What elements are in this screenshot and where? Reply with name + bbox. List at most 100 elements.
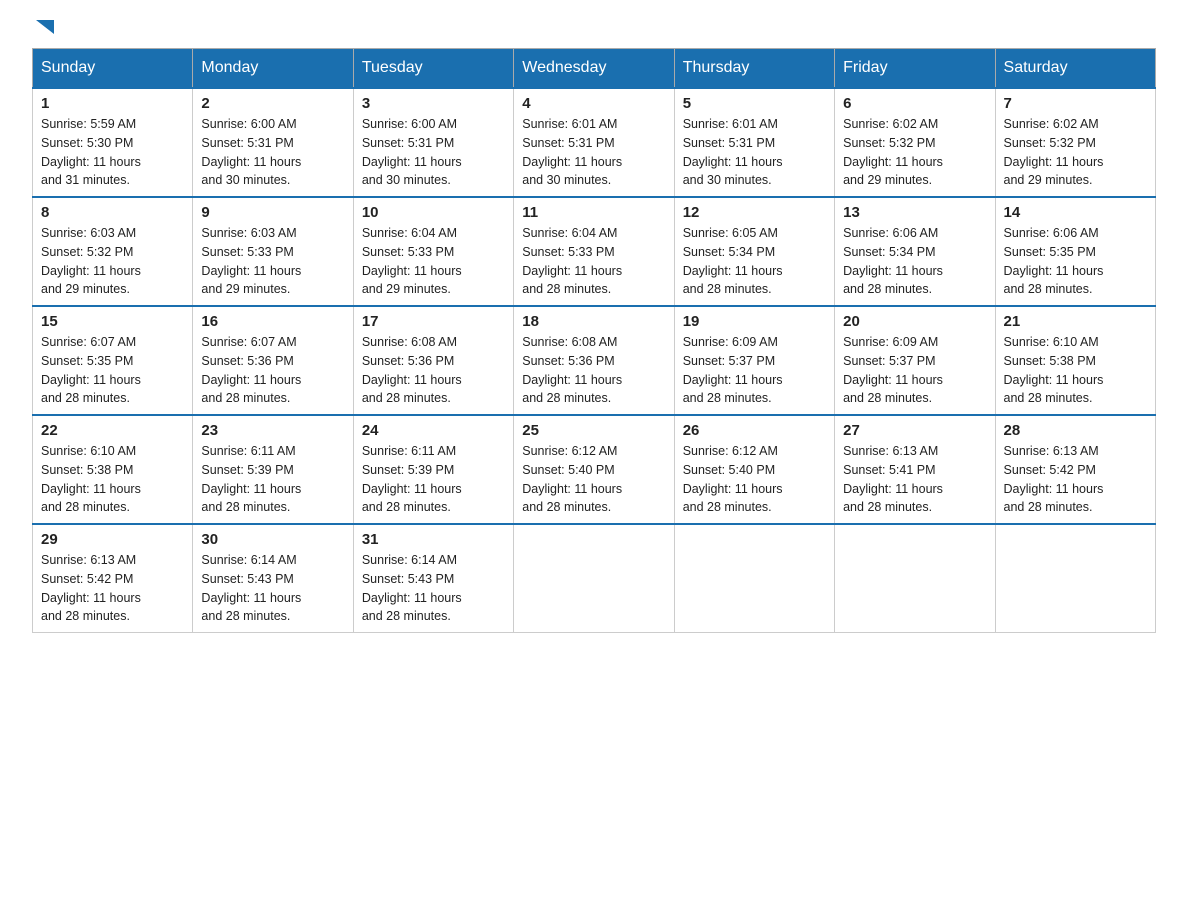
calendar-week-4: 22 Sunrise: 6:10 AMSunset: 5:38 PMDaylig… xyxy=(33,415,1156,524)
weekday-header-wednesday: Wednesday xyxy=(514,49,674,89)
calendar-cell: 7 Sunrise: 6:02 AMSunset: 5:32 PMDayligh… xyxy=(995,88,1155,197)
day-number: 11 xyxy=(522,204,665,221)
day-info: Sunrise: 6:03 AMSunset: 5:33 PMDaylight:… xyxy=(201,226,301,296)
day-number: 16 xyxy=(201,313,344,330)
calendar-cell: 2 Sunrise: 6:00 AMSunset: 5:31 PMDayligh… xyxy=(193,88,353,197)
calendar-cell: 19 Sunrise: 6:09 AMSunset: 5:37 PMDaylig… xyxy=(674,306,834,415)
weekday-header-thursday: Thursday xyxy=(674,49,834,89)
day-info: Sunrise: 6:02 AMSunset: 5:32 PMDaylight:… xyxy=(843,117,943,187)
weekday-header-friday: Friday xyxy=(835,49,995,89)
day-info: Sunrise: 6:10 AMSunset: 5:38 PMDaylight:… xyxy=(1004,335,1104,405)
calendar-cell: 22 Sunrise: 6:10 AMSunset: 5:38 PMDaylig… xyxy=(33,415,193,524)
calendar-body: 1 Sunrise: 5:59 AMSunset: 5:30 PMDayligh… xyxy=(33,88,1156,633)
calendar-cell xyxy=(995,524,1155,633)
calendar-week-3: 15 Sunrise: 6:07 AMSunset: 5:35 PMDaylig… xyxy=(33,306,1156,415)
day-info: Sunrise: 6:09 AMSunset: 5:37 PMDaylight:… xyxy=(843,335,943,405)
weekday-header-saturday: Saturday xyxy=(995,49,1155,89)
weekday-header-monday: Monday xyxy=(193,49,353,89)
day-number: 19 xyxy=(683,313,826,330)
day-number: 25 xyxy=(522,422,665,439)
calendar-cell: 24 Sunrise: 6:11 AMSunset: 5:39 PMDaylig… xyxy=(353,415,513,524)
day-info: Sunrise: 6:11 AMSunset: 5:39 PMDaylight:… xyxy=(362,444,462,514)
day-number: 28 xyxy=(1004,422,1147,439)
logo-triangle-icon xyxy=(34,16,56,38)
day-number: 22 xyxy=(41,422,184,439)
day-number: 21 xyxy=(1004,313,1147,330)
day-info: Sunrise: 6:05 AMSunset: 5:34 PMDaylight:… xyxy=(683,226,783,296)
logo xyxy=(32,24,56,32)
day-info: Sunrise: 6:11 AMSunset: 5:39 PMDaylight:… xyxy=(201,444,301,514)
day-number: 1 xyxy=(41,95,184,112)
day-info: Sunrise: 6:04 AMSunset: 5:33 PMDaylight:… xyxy=(362,226,462,296)
calendar-cell: 17 Sunrise: 6:08 AMSunset: 5:36 PMDaylig… xyxy=(353,306,513,415)
calendar-cell: 8 Sunrise: 6:03 AMSunset: 5:32 PMDayligh… xyxy=(33,197,193,306)
calendar-cell: 3 Sunrise: 6:00 AMSunset: 5:31 PMDayligh… xyxy=(353,88,513,197)
day-info: Sunrise: 6:08 AMSunset: 5:36 PMDaylight:… xyxy=(362,335,462,405)
day-number: 31 xyxy=(362,531,505,548)
calendar-cell: 1 Sunrise: 5:59 AMSunset: 5:30 PMDayligh… xyxy=(33,88,193,197)
day-number: 5 xyxy=(683,95,826,112)
weekday-header-tuesday: Tuesday xyxy=(353,49,513,89)
day-info: Sunrise: 6:07 AMSunset: 5:36 PMDaylight:… xyxy=(201,335,301,405)
calendar-cell: 21 Sunrise: 6:10 AMSunset: 5:38 PMDaylig… xyxy=(995,306,1155,415)
day-number: 3 xyxy=(362,95,505,112)
day-info: Sunrise: 6:13 AMSunset: 5:41 PMDaylight:… xyxy=(843,444,943,514)
day-info: Sunrise: 6:03 AMSunset: 5:32 PMDaylight:… xyxy=(41,226,141,296)
day-number: 7 xyxy=(1004,95,1147,112)
day-number: 29 xyxy=(41,531,184,548)
calendar-cell: 25 Sunrise: 6:12 AMSunset: 5:40 PMDaylig… xyxy=(514,415,674,524)
day-info: Sunrise: 6:06 AMSunset: 5:35 PMDaylight:… xyxy=(1004,226,1104,296)
weekday-header-row: SundayMondayTuesdayWednesdayThursdayFrid… xyxy=(33,49,1156,89)
day-number: 24 xyxy=(362,422,505,439)
day-number: 2 xyxy=(201,95,344,112)
day-info: Sunrise: 6:12 AMSunset: 5:40 PMDaylight:… xyxy=(683,444,783,514)
day-number: 6 xyxy=(843,95,986,112)
calendar-week-5: 29 Sunrise: 6:13 AMSunset: 5:42 PMDaylig… xyxy=(33,524,1156,633)
day-info: Sunrise: 6:14 AMSunset: 5:43 PMDaylight:… xyxy=(201,553,301,623)
day-info: Sunrise: 5:59 AMSunset: 5:30 PMDaylight:… xyxy=(41,117,141,187)
calendar-cell: 23 Sunrise: 6:11 AMSunset: 5:39 PMDaylig… xyxy=(193,415,353,524)
day-number: 27 xyxy=(843,422,986,439)
calendar-week-2: 8 Sunrise: 6:03 AMSunset: 5:32 PMDayligh… xyxy=(33,197,1156,306)
day-info: Sunrise: 6:12 AMSunset: 5:40 PMDaylight:… xyxy=(522,444,622,514)
day-info: Sunrise: 6:08 AMSunset: 5:36 PMDaylight:… xyxy=(522,335,622,405)
day-number: 10 xyxy=(362,204,505,221)
day-info: Sunrise: 6:13 AMSunset: 5:42 PMDaylight:… xyxy=(1004,444,1104,514)
calendar-cell: 5 Sunrise: 6:01 AMSunset: 5:31 PMDayligh… xyxy=(674,88,834,197)
day-number: 9 xyxy=(201,204,344,221)
day-info: Sunrise: 6:10 AMSunset: 5:38 PMDaylight:… xyxy=(41,444,141,514)
day-number: 13 xyxy=(843,204,986,221)
day-number: 15 xyxy=(41,313,184,330)
day-info: Sunrise: 6:01 AMSunset: 5:31 PMDaylight:… xyxy=(683,117,783,187)
calendar-header: SundayMondayTuesdayWednesdayThursdayFrid… xyxy=(33,49,1156,89)
day-info: Sunrise: 6:07 AMSunset: 5:35 PMDaylight:… xyxy=(41,335,141,405)
day-info: Sunrise: 6:02 AMSunset: 5:32 PMDaylight:… xyxy=(1004,117,1104,187)
day-info: Sunrise: 6:06 AMSunset: 5:34 PMDaylight:… xyxy=(843,226,943,296)
day-info: Sunrise: 6:13 AMSunset: 5:42 PMDaylight:… xyxy=(41,553,141,623)
calendar-cell: 13 Sunrise: 6:06 AMSunset: 5:34 PMDaylig… xyxy=(835,197,995,306)
calendar-cell: 15 Sunrise: 6:07 AMSunset: 5:35 PMDaylig… xyxy=(33,306,193,415)
day-info: Sunrise: 6:04 AMSunset: 5:33 PMDaylight:… xyxy=(522,226,622,296)
day-number: 26 xyxy=(683,422,826,439)
calendar-cell xyxy=(835,524,995,633)
calendar-cell: 27 Sunrise: 6:13 AMSunset: 5:41 PMDaylig… xyxy=(835,415,995,524)
calendar-cell: 28 Sunrise: 6:13 AMSunset: 5:42 PMDaylig… xyxy=(995,415,1155,524)
day-number: 14 xyxy=(1004,204,1147,221)
day-info: Sunrise: 6:00 AMSunset: 5:31 PMDaylight:… xyxy=(362,117,462,187)
calendar-cell: 26 Sunrise: 6:12 AMSunset: 5:40 PMDaylig… xyxy=(674,415,834,524)
calendar-cell: 4 Sunrise: 6:01 AMSunset: 5:31 PMDayligh… xyxy=(514,88,674,197)
calendar-cell xyxy=(514,524,674,633)
day-info: Sunrise: 6:14 AMSunset: 5:43 PMDaylight:… xyxy=(362,553,462,623)
day-number: 20 xyxy=(843,313,986,330)
calendar-cell: 30 Sunrise: 6:14 AMSunset: 5:43 PMDaylig… xyxy=(193,524,353,633)
calendar-cell: 16 Sunrise: 6:07 AMSunset: 5:36 PMDaylig… xyxy=(193,306,353,415)
day-number: 30 xyxy=(201,531,344,548)
day-number: 12 xyxy=(683,204,826,221)
calendar-cell: 11 Sunrise: 6:04 AMSunset: 5:33 PMDaylig… xyxy=(514,197,674,306)
day-number: 8 xyxy=(41,204,184,221)
calendar-cell: 18 Sunrise: 6:08 AMSunset: 5:36 PMDaylig… xyxy=(514,306,674,415)
page-header xyxy=(32,24,1156,32)
calendar-cell: 14 Sunrise: 6:06 AMSunset: 5:35 PMDaylig… xyxy=(995,197,1155,306)
day-number: 17 xyxy=(362,313,505,330)
calendar-cell: 29 Sunrise: 6:13 AMSunset: 5:42 PMDaylig… xyxy=(33,524,193,633)
